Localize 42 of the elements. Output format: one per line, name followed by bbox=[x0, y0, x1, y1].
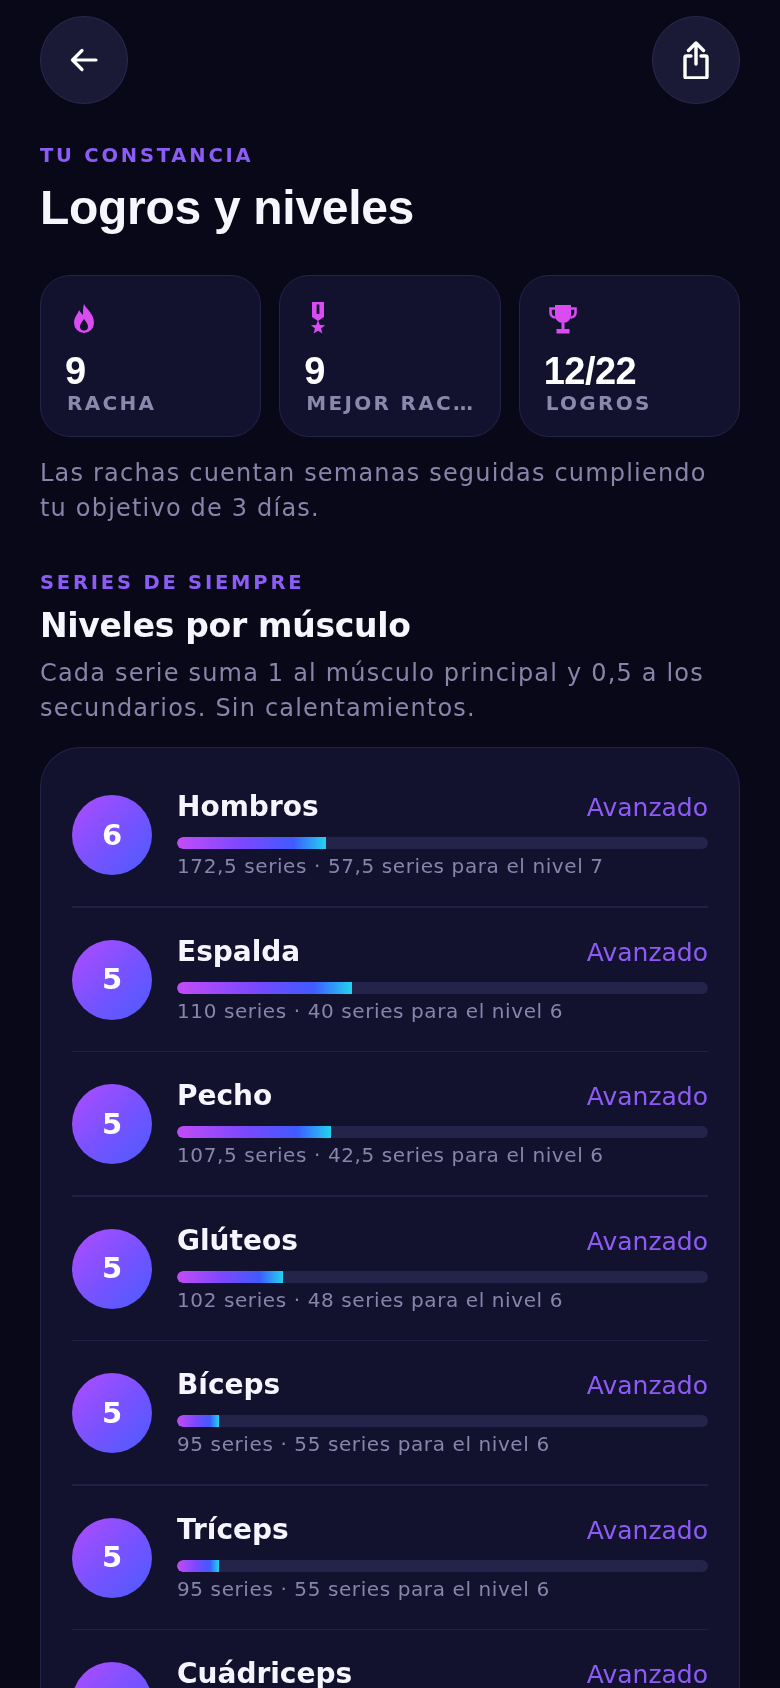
medal-icon bbox=[309, 302, 328, 335]
level-badge: 5 bbox=[72, 939, 152, 1020]
stat-value: 12/22 bbox=[543, 349, 637, 393]
stat-value: 9 bbox=[304, 349, 325, 393]
muscle-name: Espalda bbox=[177, 934, 301, 969]
tier-label: Avanzado bbox=[586, 1081, 708, 1113]
stat-label: LOGROS bbox=[545, 391, 652, 415]
section-title: Niveles por músculo bbox=[40, 606, 412, 646]
tier-label: Avanzado bbox=[586, 1225, 708, 1258]
progress-text: 107,5 series · 42,5 series para el nivel 6 bbox=[177, 1142, 605, 1169]
muscle-name: Pecho bbox=[177, 1079, 273, 1113]
level-badge: 5 bbox=[72, 1084, 152, 1164]
tier-label: Avanzado bbox=[586, 1514, 708, 1547]
muscle-name: Tríceps bbox=[177, 1512, 289, 1547]
page-title: Logros y niveles bbox=[40, 182, 415, 234]
muscle-name: Glúteos bbox=[177, 1223, 298, 1258]
level-badge: 6 bbox=[72, 795, 152, 875]
muscle-name: Hombros bbox=[177, 790, 319, 824]
level-badge: 5 bbox=[72, 1373, 152, 1453]
level-badge: 5 bbox=[72, 1517, 152, 1598]
progress-text: 102 series · 48 series para el nivel 6 bbox=[177, 1286, 565, 1314]
stat-label: MEJOR RAC… bbox=[306, 391, 476, 415]
level-badge: 5 bbox=[72, 1228, 152, 1309]
section-description: Cada serie suma 1 al músculo principal y 0,5 a los secundarios. Sin calentamientos. bbox=[40, 658, 705, 724]
progress-text: 95 series · 55 series para el nivel 6 bbox=[177, 1575, 551, 1603]
share-icon bbox=[683, 41, 709, 79]
streak-note: Las rachas cuentan semanas seguidas cumpliendo tu objetivo de 3 días. bbox=[40, 458, 708, 524]
progress-text: 110 series · 40 series para el nivel 6 bbox=[177, 997, 565, 1025]
progress-text: 172,5 series · 57,5 series para el nivel 7 bbox=[177, 853, 605, 880]
stat-value: 9 bbox=[65, 349, 86, 393]
muscle-name: Bíceps bbox=[177, 1368, 281, 1402]
trophy-icon bbox=[548, 303, 577, 334]
tier-label: Avanzado bbox=[586, 1370, 708, 1402]
progress-text: 95 series · 55 series para el nivel 6 bbox=[177, 1431, 551, 1458]
muscle-name: Cuádriceps bbox=[177, 1657, 353, 1688]
back-arrow-icon bbox=[70, 48, 98, 72]
section-eyebrow: TU CONSTANCIA bbox=[40, 144, 255, 168]
section-eyebrow: SERIES DE SIEMPRE bbox=[40, 571, 306, 595]
tier-label: Avanzado bbox=[586, 1659, 708, 1688]
tier-label: Avanzado bbox=[586, 936, 708, 969]
stat-label: RACHA bbox=[67, 391, 157, 415]
tier-label: Avanzado bbox=[586, 792, 708, 824]
